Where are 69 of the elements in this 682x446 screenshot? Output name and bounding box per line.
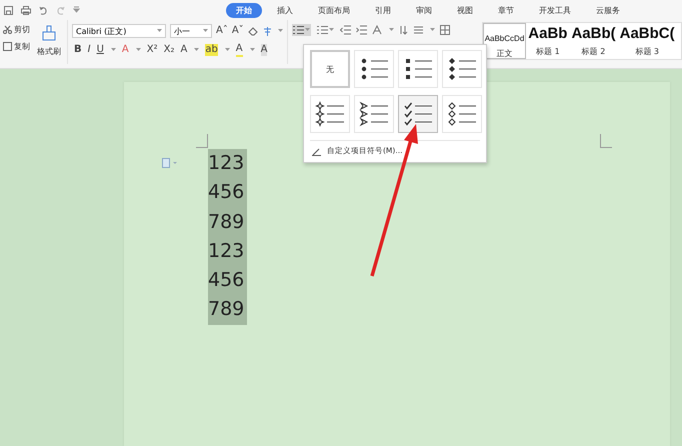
bullet-list-icon <box>292 25 304 35</box>
sort-icon[interactable] <box>398 25 408 35</box>
bullet-style-icon <box>358 101 390 127</box>
caret-icon <box>194 48 200 52</box>
caret-icon <box>224 48 230 52</box>
menu-tab[interactable]: 页面布局 <box>308 2 360 18</box>
cut-button[interactable]: 剪切 <box>3 24 30 35</box>
save-icon[interactable] <box>4 6 13 14</box>
customize-icon[interactable] <box>73 6 80 12</box>
pencil-icon <box>312 146 321 156</box>
outline-text-button[interactable]: A <box>180 44 188 56</box>
menu-tab[interactable]: 视图 <box>447 2 483 18</box>
style-option[interactable]: AaBb 标题 1 <box>526 23 570 59</box>
copy-button[interactable]: 复制 <box>3 41 30 52</box>
print-icon[interactable] <box>21 6 31 14</box>
font-family-field[interactable]: Calibri (正文) <box>72 24 166 38</box>
bullet-style-icon <box>402 101 434 127</box>
menu-tab[interactable]: 云服务 <box>586 2 630 18</box>
font-size-field[interactable]: 小一 <box>170 24 212 38</box>
increase-indent-icon[interactable] <box>356 25 367 35</box>
menu-tab[interactable]: 插入 <box>267 2 303 18</box>
copy-icon <box>3 42 12 51</box>
caret-icon <box>110 48 116 52</box>
text-direction-icon[interactable] <box>372 25 383 35</box>
underline-button[interactable]: U <box>96 44 104 56</box>
format-painter-button[interactable]: 格式刷 <box>33 20 67 57</box>
eraser-icon[interactable] <box>248 26 258 36</box>
style-option[interactable]: AaBbC( 标题 3 <box>618 23 677 59</box>
caret-icon <box>250 48 255 52</box>
highlight-button[interactable]: ab <box>205 44 218 56</box>
superscript-button[interactable]: X² <box>146 44 158 56</box>
bold-button[interactable]: B <box>74 44 82 56</box>
grow-font-button[interactable]: Aˆ <box>216 25 228 37</box>
font-effect-button[interactable]: A <box>122 44 129 56</box>
menu-tab[interactable]: 开始 <box>226 2 262 18</box>
crop-mark <box>196 134 208 148</box>
bullet-option[interactable]: 无 <box>310 50 350 88</box>
menu-tab[interactable]: 章节 <box>488 2 524 18</box>
brush-icon <box>41 25 57 41</box>
undo-icon[interactable] <box>39 6 48 14</box>
style-option[interactable]: AaBbCcDd 正文 <box>482 23 526 59</box>
decrease-indent-icon[interactable] <box>340 25 351 35</box>
caret-icon <box>157 29 162 33</box>
menu-tab[interactable]: 开发工具 <box>529 2 581 18</box>
border-icon[interactable] <box>440 25 450 35</box>
caret-icon <box>430 28 435 32</box>
font-color-button[interactable]: A <box>236 43 243 57</box>
numbered-list-icon <box>316 25 328 35</box>
scissors-icon <box>3 25 12 34</box>
bullet-list-button[interactable] <box>292 24 311 36</box>
shrink-font-button[interactable]: Aˇ <box>232 25 244 37</box>
character-shading-button[interactable]: A <box>260 44 268 56</box>
subscript-button[interactable]: X₂ <box>164 44 174 56</box>
italic-button[interactable]: I <box>88 44 91 56</box>
style-option[interactable]: AaBb( 标题 2 <box>569 23 618 59</box>
caret-icon <box>203 29 208 33</box>
caret-icon <box>278 29 283 33</box>
bullet-style-icon <box>446 101 478 127</box>
caret-icon <box>136 48 141 52</box>
menu-tab[interactable]: 审阅 <box>406 2 442 18</box>
caret-icon <box>388 28 394 32</box>
bullet-option[interactable] <box>398 95 438 133</box>
caret-icon <box>328 28 334 32</box>
line-spacing-icon[interactable] <box>412 25 424 35</box>
crop-mark <box>600 134 612 148</box>
caret-icon <box>304 28 310 32</box>
bullet-style-icon <box>314 101 346 127</box>
menu-tab[interactable]: 引用 <box>365 2 401 18</box>
numbered-list-button[interactable] <box>316 24 335 36</box>
